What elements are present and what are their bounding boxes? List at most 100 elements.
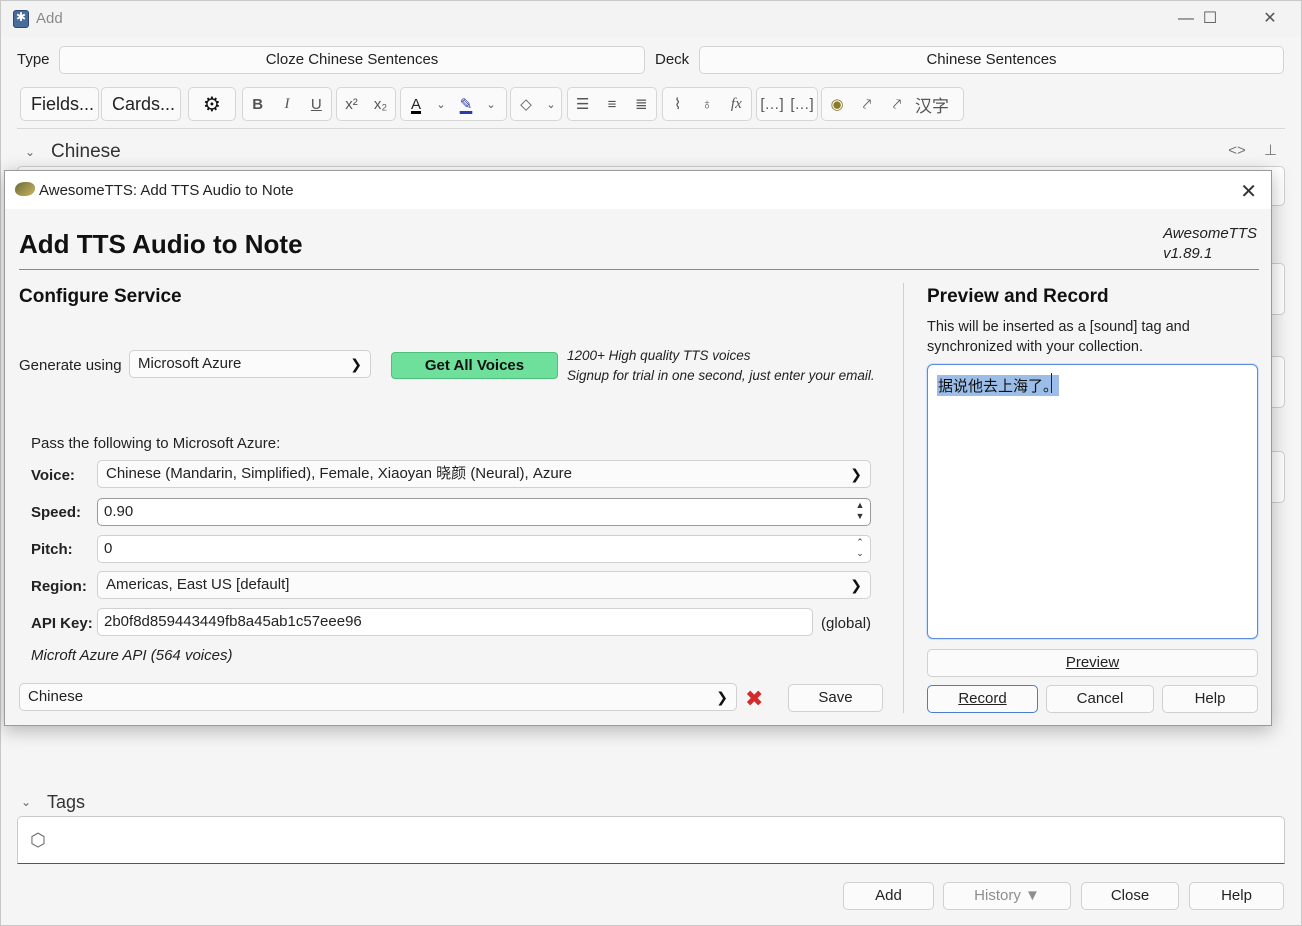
highlight-icon[interactable]: ✎ <box>451 88 481 120</box>
apikey-label: API Key: <box>31 615 93 632</box>
chevron-down-icon[interactable]: ⌄ <box>541 88 561 120</box>
help-button[interactable]: Help <box>1162 685 1258 713</box>
deck-label: Deck <box>655 51 690 68</box>
configure-heading: Configure Service <box>19 286 182 307</box>
record-button[interactable]: Record <box>927 685 1038 713</box>
attach-icon[interactable]: ⌇ <box>663 88 692 120</box>
close-button[interactable]: Close <box>1081 882 1179 910</box>
tags-header[interactable]: ⌄ Tags <box>21 789 85 815</box>
format-group: B I U <box>242 87 332 121</box>
preview-textarea[interactable]: 据说他去上海了。 <box>927 364 1258 639</box>
save-preset-button[interactable]: Save <box>788 684 883 712</box>
delete-preset-icon[interactable]: ✖ <box>745 686 763 712</box>
pin-icon[interactable]: ⊥ <box>1264 142 1277 159</box>
bullet-list-icon[interactable]: ☰ <box>568 88 597 120</box>
options-button[interactable]: ⚙ <box>188 87 236 121</box>
script-group: x² x₂ <box>336 87 396 121</box>
bold-icon[interactable]: B <box>243 88 272 120</box>
eraser-group: ◇ ⌄ <box>510 87 562 121</box>
toolbar-divider <box>17 128 1285 129</box>
column-divider <box>903 283 904 713</box>
formula-icon[interactable]: fx <box>722 88 751 120</box>
preview-button[interactable]: Preview <box>927 649 1258 677</box>
type-deck-row: Type Cloze Chinese Sentences Deck Chines… <box>1 45 1301 77</box>
note-type-button[interactable]: Cloze Chinese Sentences <box>59 46 645 74</box>
close-icon[interactable]: ✕ <box>1240 179 1257 204</box>
gear-icon: ⚙ <box>203 93 221 116</box>
speed-label: Speed: <box>31 504 82 521</box>
tags-label: Tags <box>47 791 86 812</box>
subscript-icon[interactable]: x₂ <box>366 88 395 120</box>
pass-label: Pass the following to Microsoft Azure: <box>31 435 281 452</box>
hanzi-icon[interactable]: 汉字 <box>912 88 952 120</box>
speed-spinbox[interactable]: 0.90 ▲ ▼ <box>97 498 871 526</box>
apikey-input[interactable]: 2b0f8d859443449fb8a45ab1c57eee96 <box>97 608 813 636</box>
field-header-chinese[interactable]: ⌄ Chinese <box>25 139 121 165</box>
tts-alt-icon[interactable]: ⤤ <box>882 88 912 120</box>
cards-button[interactable]: Cards... <box>101 87 181 121</box>
dialog-heading: Add TTS Audio to Note <box>19 229 303 259</box>
superscript-icon[interactable]: x² <box>337 88 366 120</box>
field-tools: <> ⊥ <box>1228 141 1277 159</box>
color-group: A ⌄ ✎ ⌄ <box>400 87 507 121</box>
history-button[interactable]: History ▼ <box>943 882 1071 910</box>
pitch-spinbox[interactable]: 0 ⌃ ⌄ <box>97 535 871 563</box>
chevron-down-icon[interactable]: ⌄ <box>25 145 43 159</box>
apikey-scope: (global) <box>821 615 872 632</box>
close-window-icon[interactable]: ✕ <box>1247 5 1293 33</box>
generate-label: Generate using <box>19 357 122 374</box>
microphone-icon[interactable]: ♁ <box>692 88 721 120</box>
chevron-down-icon: ❯ <box>850 577 862 593</box>
version-label: AwesomeTTS v1.89.1 <box>1163 225 1257 262</box>
window-title: Add <box>36 10 63 27</box>
chevron-down-icon: ❯ <box>350 356 362 372</box>
underline-icon[interactable]: U <box>302 88 331 120</box>
italic-icon[interactable]: I <box>272 88 301 120</box>
chevron-down-icon[interactable]: ⌄ <box>21 795 39 809</box>
promo-text: 1200+ High quality TTS voices Signup for… <box>567 348 875 383</box>
heading-divider <box>19 269 1259 270</box>
service-select[interactable]: Microsoft Azure ❯ <box>129 350 371 378</box>
help-button[interactable]: Help <box>1189 882 1284 910</box>
voice-label: Voice: <box>31 467 75 484</box>
align-icon[interactable]: ≣ <box>627 88 656 120</box>
titlebar: Add — ☐ ✕ <box>1 1 1301 37</box>
fields-button[interactable]: Fields... <box>20 87 99 121</box>
list-group: ☰ ≡ ≣ <box>567 87 657 121</box>
preset-select[interactable]: Chinese ❯ <box>19 683 737 711</box>
field-name: Chinese <box>51 141 121 162</box>
tts-icon[interactable]: ⤤ <box>852 88 882 120</box>
anki-icon <box>13 10 29 28</box>
get-all-voices-button[interactable]: Get All Voices <box>391 352 558 379</box>
deck-button[interactable]: Chinese Sentences <box>699 46 1284 74</box>
type-label: Type <box>17 51 50 68</box>
chevron-down-icon: ❯ <box>850 466 862 482</box>
awesometts-dialog: AwesomeTTS: Add TTS Audio to Note ✕ Add … <box>4 170 1272 726</box>
cloze-icon[interactable]: […] <box>757 88 787 120</box>
maximize-icon[interactable]: ☐ <box>1187 5 1233 33</box>
numbered-list-icon[interactable]: ≡ <box>597 88 626 120</box>
awesometts-icon[interactable]: ◉ <box>822 88 852 120</box>
spin-arrows-icon[interactable]: ⌃ ⌄ <box>852 537 868 561</box>
region-label: Region: <box>31 578 87 595</box>
tags-input[interactable]: ⬡ <box>17 816 1285 864</box>
cloze-group: […] […] <box>756 87 818 121</box>
voice-select[interactable]: Chinese (Mandarin, Simplified), Female, … <box>97 460 871 488</box>
pitch-label: Pitch: <box>31 541 73 558</box>
text-color-icon[interactable]: A <box>401 88 431 120</box>
add-button[interactable]: Add <box>843 882 934 910</box>
cloze-same-icon[interactable]: […] <box>787 88 817 120</box>
chevron-down-icon[interactable]: ⌄ <box>431 88 451 120</box>
spin-arrows-icon[interactable]: ▲ ▼ <box>852 500 868 524</box>
preview-description: This will be inserted as a [sound] tag a… <box>927 319 1190 355</box>
cancel-button[interactable]: Cancel <box>1046 685 1154 713</box>
tag-icon: ⬡ <box>30 830 46 850</box>
region-select[interactable]: Americas, East US [default] ❯ <box>97 571 871 599</box>
eraser-icon[interactable]: ◇ <box>511 88 541 120</box>
api-info: Microft Azure API (564 voices) <box>31 647 233 664</box>
html-editor-icon[interactable]: <> <box>1228 142 1246 159</box>
dialog-title: AwesomeTTS: Add TTS Audio to Note <box>39 182 294 199</box>
chevron-down-icon[interactable]: ⌄ <box>481 88 501 120</box>
selected-text[interactable]: 据说他去上海了。 <box>937 375 1060 396</box>
text-caret <box>1051 373 1052 393</box>
